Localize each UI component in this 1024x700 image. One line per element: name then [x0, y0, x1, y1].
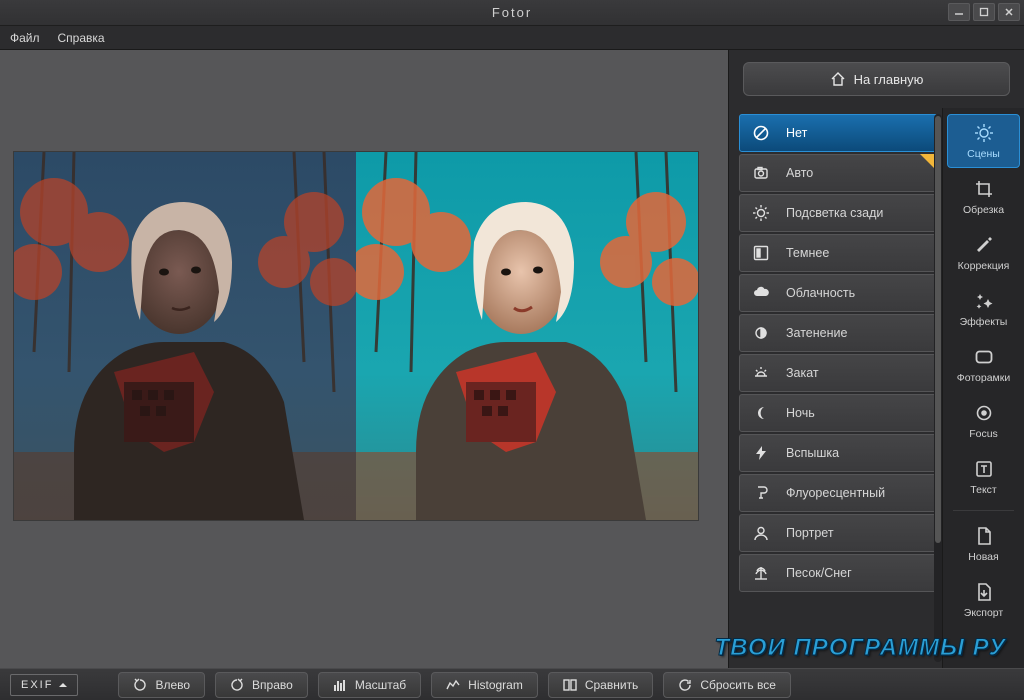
- home-label: На главную: [854, 72, 924, 87]
- histogram-button[interactable]: Histogram: [431, 672, 538, 698]
- scene-scrollbar[interactable]: [934, 114, 942, 662]
- canvas-area[interactable]: [0, 50, 728, 668]
- scene-label: Ночь: [786, 406, 815, 420]
- tool-crop[interactable]: Обрезка: [947, 170, 1020, 224]
- zoom-button[interactable]: Масштаб: [318, 672, 421, 698]
- auto-icon: [750, 162, 772, 184]
- scene-label: Вспышка: [786, 446, 839, 460]
- exif-button[interactable]: EXIF: [10, 674, 78, 696]
- tool-label: Focus: [969, 428, 998, 440]
- focus-icon: [974, 402, 994, 424]
- image-after: [356, 152, 698, 520]
- compare-button[interactable]: Сравнить: [548, 672, 653, 698]
- tool-export[interactable]: Экспорт: [947, 573, 1020, 627]
- tool-strip: Сцены Обрезка Коррекция Эффекты Фоторамки Foc…: [942, 108, 1024, 668]
- scene-label: Песок/Снег: [786, 566, 852, 580]
- scene-item-shade[interactable]: Затенение: [739, 314, 938, 352]
- shade-icon: [750, 322, 772, 344]
- scene-label: Закат: [786, 366, 819, 380]
- night-icon: [750, 402, 772, 424]
- effects-icon: [974, 290, 994, 312]
- none-icon: [750, 122, 772, 144]
- scene-item-backlit[interactable]: Подсветка сзади: [739, 194, 938, 232]
- rotate-left-button[interactable]: Влево: [118, 672, 205, 698]
- scene-item-fluorescent[interactable]: Флуоресцентный: [739, 474, 938, 512]
- histogram-icon: [333, 679, 347, 691]
- close-button[interactable]: [998, 3, 1020, 21]
- scene-item-cloudy[interactable]: Облачность: [739, 274, 938, 312]
- tool-text[interactable]: Текст: [947, 450, 1020, 504]
- export-icon: [974, 581, 994, 603]
- scene-item-darker[interactable]: Темнее: [739, 234, 938, 272]
- home-button[interactable]: На главную: [743, 62, 1010, 96]
- window-controls: [948, 3, 1020, 21]
- home-icon: [830, 71, 846, 87]
- rotate-right-icon: [230, 678, 244, 692]
- scene-item-flash[interactable]: Вспышка: [739, 434, 938, 472]
- tool-adjust[interactable]: Коррекция: [947, 226, 1020, 280]
- minimize-button[interactable]: [948, 3, 970, 21]
- scene-list: Нет Авто Подсветка сзади Темнее Облачность За…: [729, 108, 942, 668]
- portrait-icon: [750, 522, 772, 544]
- chart-icon: [446, 679, 460, 691]
- scene-item-sand_snow[interactable]: Песок/Снег: [739, 554, 938, 592]
- tool-label: Текст: [970, 484, 996, 496]
- tool-scenes[interactable]: Сцены: [947, 114, 1020, 168]
- maximize-button[interactable]: [973, 3, 995, 21]
- compare-icon: [563, 679, 577, 691]
- tool-label: Фоторамки: [957, 372, 1010, 384]
- scenes-icon: [974, 122, 994, 144]
- rotate-right-button[interactable]: Вправо: [215, 672, 308, 698]
- darker-icon: [750, 242, 772, 264]
- app-title: Fotor: [492, 5, 532, 20]
- tool-label: Эффекты: [960, 316, 1008, 328]
- right-panel: На главную Нет Авто Подсветка сзади Темнее О…: [728, 50, 1024, 668]
- image-compare: [14, 152, 698, 520]
- refresh-icon: [678, 678, 692, 692]
- sunset-icon: [750, 362, 772, 384]
- image-before: [14, 152, 356, 520]
- reset-button[interactable]: Сбросить все: [663, 672, 791, 698]
- scene-label: Портрет: [786, 526, 834, 540]
- sand_snow-icon: [750, 562, 772, 584]
- menubar: Файл Справка: [0, 26, 1024, 50]
- scene-item-sunset[interactable]: Закат: [739, 354, 938, 392]
- adjust-icon: [974, 234, 994, 256]
- rotate-left-icon: [133, 678, 147, 692]
- scene-item-night[interactable]: Ночь: [739, 394, 938, 432]
- tool-new[interactable]: Новая: [947, 517, 1020, 571]
- tool-label: Коррекция: [958, 260, 1010, 272]
- chevron-up-icon: [59, 682, 67, 688]
- titlebar: Fotor: [0, 0, 1024, 26]
- scene-label: Подсветка сзади: [786, 206, 883, 220]
- tool-label: Обрезка: [963, 204, 1004, 216]
- tool-label: Сцены: [967, 148, 1000, 160]
- scene-label: Нет: [786, 126, 807, 140]
- menu-file[interactable]: Файл: [10, 31, 40, 45]
- tool-effects[interactable]: Эффекты: [947, 282, 1020, 336]
- scene-item-auto[interactable]: Авто: [739, 154, 938, 192]
- text-icon: [974, 458, 994, 480]
- bottom-toolbar: EXIF Влево Вправо Масштаб Histogram Срав…: [0, 668, 1024, 700]
- menu-help[interactable]: Справка: [58, 31, 105, 45]
- fluorescent-icon: [750, 482, 772, 504]
- tool-label: Новая: [968, 551, 998, 563]
- scene-item-none[interactable]: Нет: [739, 114, 938, 152]
- scene-item-portrait[interactable]: Портрет: [739, 514, 938, 552]
- new-icon: [974, 525, 994, 547]
- scene-label: Облачность: [786, 286, 855, 300]
- scene-label: Темнее: [786, 246, 829, 260]
- tool-focus[interactable]: Focus: [947, 394, 1020, 448]
- scene-label: Авто: [786, 166, 813, 180]
- scene-label: Флуоресцентный: [786, 486, 885, 500]
- cloudy-icon: [750, 282, 772, 304]
- scene-label: Затенение: [786, 326, 847, 340]
- crop-icon: [974, 178, 994, 200]
- flash-icon: [750, 442, 772, 464]
- tool-label: Экспорт: [964, 607, 1003, 619]
- backlit-icon: [750, 202, 772, 224]
- frames-icon: [974, 346, 994, 368]
- tool-frames[interactable]: Фоторамки: [947, 338, 1020, 392]
